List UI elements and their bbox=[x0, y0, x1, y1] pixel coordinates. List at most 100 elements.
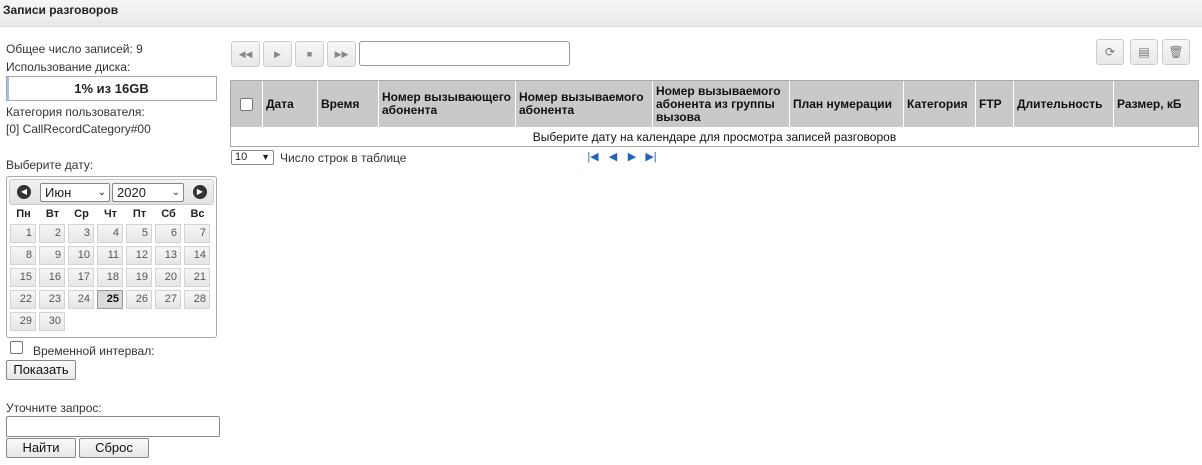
calendar-day[interactable]: 27 bbox=[155, 290, 181, 309]
stop-button[interactable]: ■ bbox=[295, 41, 324, 67]
month-select-value: Июн bbox=[45, 185, 72, 200]
calendar-day[interactable]: 23 bbox=[39, 290, 65, 309]
calendar-day[interactable]: 8 bbox=[10, 246, 36, 265]
column-duration[interactable]: Длительность bbox=[1014, 81, 1114, 127]
time-interval-checkbox[interactable] bbox=[10, 341, 23, 354]
calendar-day[interactable]: 5 bbox=[126, 224, 152, 243]
trash-icon: 🗑 bbox=[1168, 45, 1184, 59]
calendar-day[interactable]: 13 bbox=[155, 246, 181, 265]
weekday-header: Чт bbox=[103, 208, 118, 220]
rewind-icon: ◀◀ bbox=[238, 49, 253, 59]
records-table: Дата Время Номер вызывающего абонента Но… bbox=[230, 80, 1199, 147]
column-time[interactable]: Время bbox=[318, 81, 379, 127]
calendar-day[interactable]: 19 bbox=[126, 268, 152, 287]
date-picker-calendar: ◀ Июн ⌄ 2020 ⌄ ▶ Пн Вт Ср Чт Пт Сб Вс 12345678… bbox=[6, 176, 217, 338]
calendar-day[interactable]: 9 bbox=[39, 246, 65, 265]
rows-per-page-value: 10 bbox=[235, 151, 248, 163]
calendar-header: ◀ Июн ⌄ 2020 ⌄ ▶ bbox=[9, 179, 214, 205]
stop-icon: ■ bbox=[306, 49, 313, 59]
weekday-header: Пт bbox=[132, 208, 147, 220]
calendar-day[interactable]: 4 bbox=[97, 224, 123, 243]
next-page-icon[interactable]: ▶ bbox=[626, 151, 638, 163]
prev-month-icon[interactable]: ◀ bbox=[17, 185, 31, 199]
calendar-day[interactable]: 17 bbox=[68, 268, 94, 287]
refresh-button[interactable]: ⟳ bbox=[1096, 39, 1124, 65]
user-category-label: Категория пользователя: bbox=[6, 105, 145, 119]
refine-query-input[interactable] bbox=[6, 416, 220, 437]
total-records-label: Общее число записей: bbox=[6, 42, 133, 56]
calendar-day[interactable]: 14 bbox=[184, 246, 210, 265]
disk-usage-bar: 1% из 16GB bbox=[6, 76, 217, 101]
calendar-day-selected[interactable]: 25 bbox=[97, 290, 123, 309]
calendar-day[interactable]: 3 bbox=[68, 224, 94, 243]
calendar-day[interactable]: 11 bbox=[97, 246, 123, 265]
disk-usage-text: 1% из 16GB bbox=[74, 81, 149, 96]
select-all-header bbox=[231, 81, 263, 127]
chevron-down-icon: ⌄ bbox=[171, 187, 180, 198]
delete-button[interactable]: 🗑 bbox=[1162, 39, 1190, 65]
prev-page-icon[interactable]: ◀ bbox=[607, 151, 619, 163]
find-button[interactable]: Найти bbox=[6, 438, 76, 458]
calendar-day[interactable]: 28 bbox=[184, 290, 210, 309]
calendar-day[interactable]: 7 bbox=[184, 224, 210, 243]
disk-usage-label: Использование диска: bbox=[6, 60, 131, 74]
calendar-day[interactable]: 24 bbox=[68, 290, 94, 309]
calendar-day[interactable]: 29 bbox=[10, 312, 36, 331]
calendar-day[interactable]: 15 bbox=[10, 268, 36, 287]
calendar-day[interactable]: 26 bbox=[126, 290, 152, 309]
calendar-day[interactable]: 2 bbox=[39, 224, 65, 243]
column-caller[interactable]: Номер вызывающего абонента bbox=[379, 81, 516, 127]
fast-forward-icon: ▶▶ bbox=[334, 49, 349, 59]
forward-button[interactable]: ▶▶ bbox=[327, 41, 356, 67]
calendar-day[interactable]: 30 bbox=[39, 312, 65, 331]
rows-per-page-select[interactable]: 10 ▼ bbox=[231, 150, 274, 165]
reset-button[interactable]: Сброс bbox=[79, 438, 149, 458]
column-callee[interactable]: Номер вызываемого абонента bbox=[516, 81, 653, 127]
refresh-icon: ⟳ bbox=[1104, 45, 1116, 59]
weekday-header: Ср bbox=[74, 208, 89, 220]
save-button[interactable]: ▤ bbox=[1130, 39, 1158, 65]
column-callee-group[interactable]: Номер вызываемого абонента из группы выз… bbox=[653, 81, 790, 127]
play-button[interactable]: ▶ bbox=[263, 41, 292, 67]
time-interval-label: Временной интервал: bbox=[33, 344, 155, 358]
page-title: Записи разговоров bbox=[3, 3, 119, 17]
weekday-header: Пн bbox=[16, 208, 31, 220]
calendar-day[interactable]: 16 bbox=[39, 268, 65, 287]
month-select[interactable]: Июн ⌄ bbox=[40, 183, 110, 202]
calendar-day[interactable]: 22 bbox=[10, 290, 36, 309]
column-date[interactable]: Дата bbox=[263, 81, 318, 127]
total-records: Общее число записей: 9 bbox=[6, 42, 143, 56]
calendar-day[interactable]: 6 bbox=[155, 224, 181, 243]
rows-per-page-label: Число строк в таблице bbox=[280, 151, 407, 165]
column-ftp[interactable]: FTP bbox=[976, 81, 1014, 127]
show-button[interactable]: Показать bbox=[6, 360, 76, 380]
select-all-checkbox[interactable] bbox=[240, 97, 253, 111]
calendar-day[interactable]: 18 bbox=[97, 268, 123, 287]
year-select-value: 2020 bbox=[117, 185, 146, 200]
calendar-day[interactable]: 20 bbox=[155, 268, 181, 287]
year-select[interactable]: 2020 ⌄ bbox=[112, 183, 184, 202]
calendar-day[interactable]: 21 bbox=[184, 268, 210, 287]
weekday-header: Сб bbox=[161, 208, 176, 220]
calendar-day[interactable]: 1 bbox=[10, 224, 36, 243]
rewind-button[interactable]: ◀◀ bbox=[231, 41, 260, 67]
weekday-header: Вт bbox=[45, 208, 60, 220]
chevron-down-icon: ▼ bbox=[261, 152, 270, 162]
next-month-icon[interactable]: ▶ bbox=[193, 185, 207, 199]
chevron-down-icon: ⌄ bbox=[97, 187, 106, 198]
user-category-value: [0] CallRecordCategory#00 bbox=[6, 122, 151, 136]
calendar-day[interactable]: 10 bbox=[68, 246, 94, 265]
column-numbering-plan[interactable]: План нумерации bbox=[790, 81, 904, 127]
play-icon: ▶ bbox=[274, 49, 281, 59]
column-size[interactable]: Размер, кБ bbox=[1114, 81, 1198, 127]
calendar-day[interactable]: 12 bbox=[126, 246, 152, 265]
total-records-value: 9 bbox=[136, 42, 143, 56]
column-category[interactable]: Категория bbox=[904, 81, 976, 127]
select-date-label: Выберите дату: bbox=[6, 158, 94, 172]
title-bar: Записи разговоров bbox=[0, 0, 1202, 27]
last-page-icon[interactable]: ▶| bbox=[645, 151, 657, 163]
first-page-icon[interactable]: |◀ bbox=[587, 151, 599, 163]
table-header: Дата Время Номер вызывающего абонента Но… bbox=[231, 81, 1198, 127]
weekday-header: Вс bbox=[190, 208, 205, 220]
track-position-field[interactable] bbox=[359, 41, 570, 66]
